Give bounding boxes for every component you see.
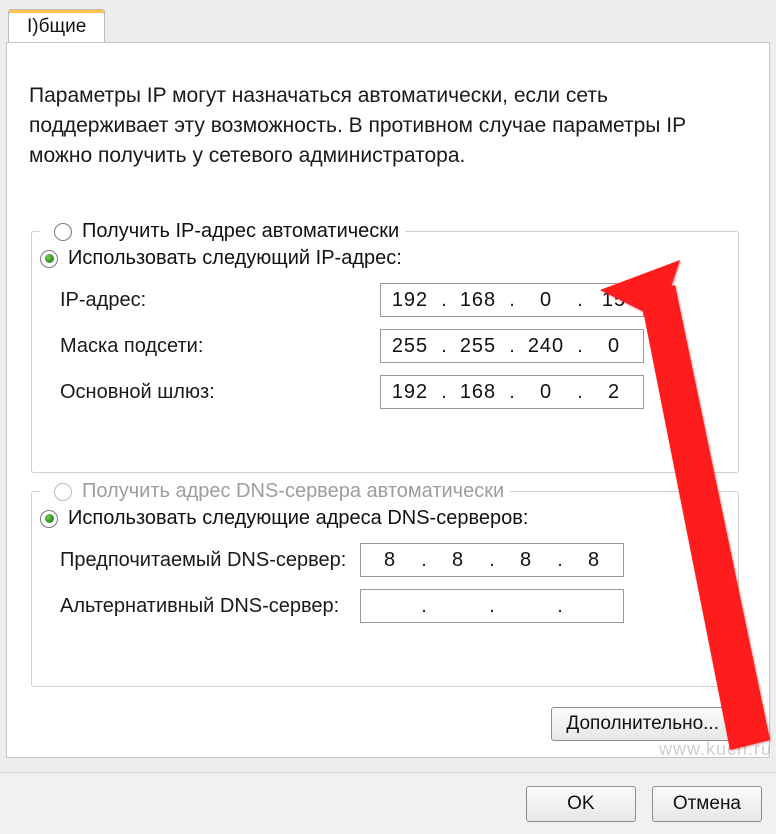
label-preferred-dns: Предпочитаемый DNS-сервер: xyxy=(60,549,360,572)
watermark-text: www.kuch.ru xyxy=(659,739,772,760)
row-default-gateway: Основной шлюз: 192. 168. 0. 2 xyxy=(60,372,728,412)
group-ip: Получить IP-адрес автоматически Использо… xyxy=(31,231,739,473)
input-default-gateway[interactable]: 192. 168. 0. 2 xyxy=(380,375,644,409)
label-subnet-mask: Маска подсети: xyxy=(60,335,380,358)
row-subnet-mask: Маска подсети: 255. 255. 240. 0 xyxy=(60,326,728,366)
label-default-gateway: Основной шлюз: xyxy=(60,381,380,404)
tab-general[interactable]: I)бщие xyxy=(8,9,105,44)
row-alternate-dns: Альтернативный DNS-сервер: . . . xyxy=(60,586,728,626)
radio-dns-auto-row: Получить адрес DNS-сервера автоматически xyxy=(40,480,510,503)
content-panel: Параметры IP могут назначаться автоматич… xyxy=(6,42,770,758)
description-text: Параметры IP могут назначаться автоматич… xyxy=(29,81,739,171)
cancel-button[interactable]: Отмена xyxy=(652,786,762,822)
radio-ip-auto[interactable] xyxy=(54,223,72,241)
tab-strip: I)бщие xyxy=(8,6,105,44)
group-dns: Получить адрес DNS-сервера автоматически… xyxy=(31,491,739,687)
radio-dns-manual-label: Использовать следующие адреса DNS-сервер… xyxy=(68,507,528,530)
row-ip-address: IP-адрес: 192. 168. 0. 15 xyxy=(60,280,728,320)
input-subnet-mask[interactable]: 255. 255. 240. 0 xyxy=(380,329,644,363)
input-ip-address[interactable]: 192. 168. 0. 15 xyxy=(380,283,644,317)
radio-ip-manual[interactable] xyxy=(40,250,58,268)
ok-button[interactable]: OK xyxy=(526,786,636,822)
radio-dns-auto-label: Получить адрес DNS-сервера автоматически xyxy=(82,480,504,503)
input-preferred-dns[interactable]: 8. 8. 8. 8 xyxy=(360,543,624,577)
radio-ip-auto-row: Получить IP-адрес автоматически xyxy=(40,220,405,243)
radio-dns-manual[interactable] xyxy=(40,510,58,528)
dialog-frame: I)бщие Параметры IP могут назначаться ав… xyxy=(0,0,776,834)
advanced-row: Дополнительно... xyxy=(551,707,734,741)
label-ip-address: IP-адрес: xyxy=(60,289,380,312)
advanced-button[interactable]: Дополнительно... xyxy=(551,707,734,741)
radio-dns-auto xyxy=(54,483,72,501)
radio-ip-manual-label: Использовать следующий IP-адрес: xyxy=(68,247,402,270)
radio-ip-auto-label: Получить IP-адрес автоматически xyxy=(82,220,399,243)
input-alternate-dns[interactable]: . . . xyxy=(360,589,624,623)
row-preferred-dns: Предпочитаемый DNS-сервер: 8. 8. 8. 8 xyxy=(60,540,728,580)
label-alternate-dns: Альтернативный DNS-сервер: xyxy=(60,595,360,618)
dialog-button-bar: OK Отмена xyxy=(0,772,776,834)
